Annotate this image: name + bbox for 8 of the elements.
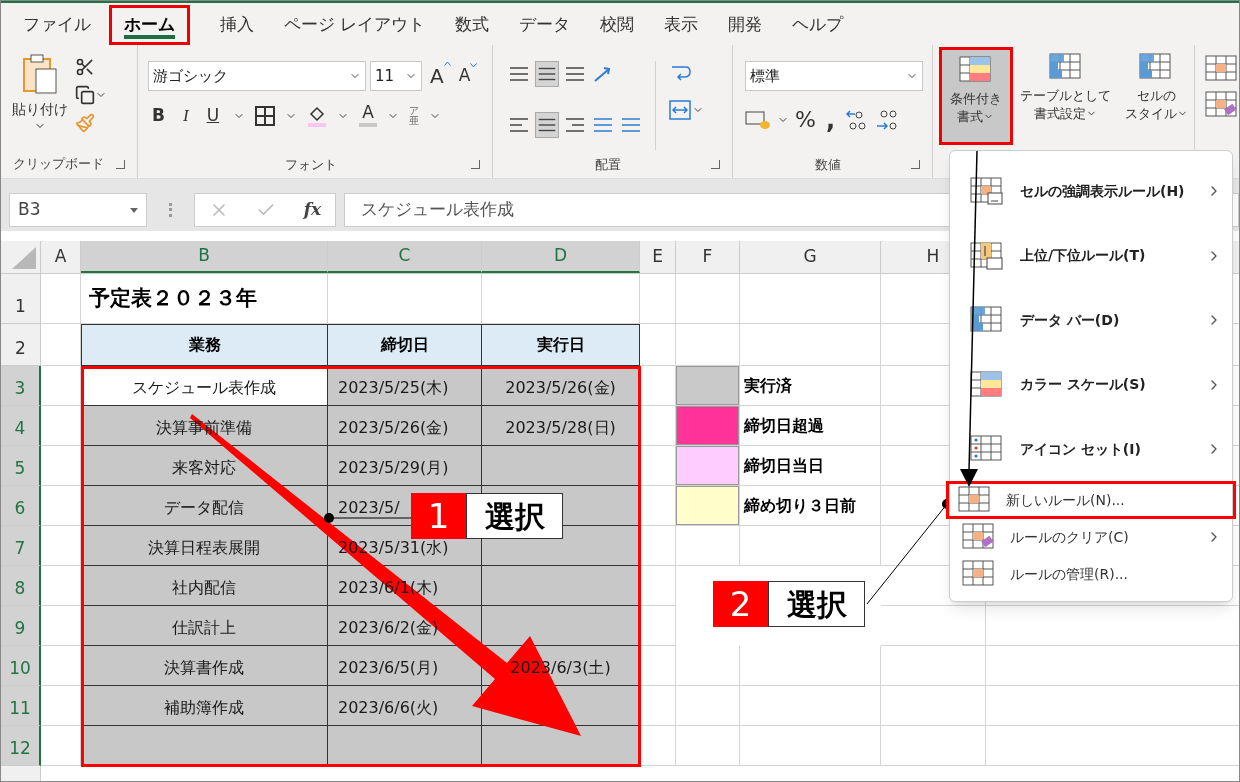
step-label: 選択 bbox=[466, 493, 563, 539]
group-label: 配置 bbox=[595, 157, 621, 172]
step-label: 選択 bbox=[768, 581, 865, 627]
step-number: 2 bbox=[713, 581, 768, 627]
group-label: フォント bbox=[284, 157, 337, 172]
group-label: 数値 bbox=[815, 157, 841, 172]
step-number: 1 bbox=[411, 493, 466, 539]
group-label: クリップボード bbox=[13, 155, 104, 174]
